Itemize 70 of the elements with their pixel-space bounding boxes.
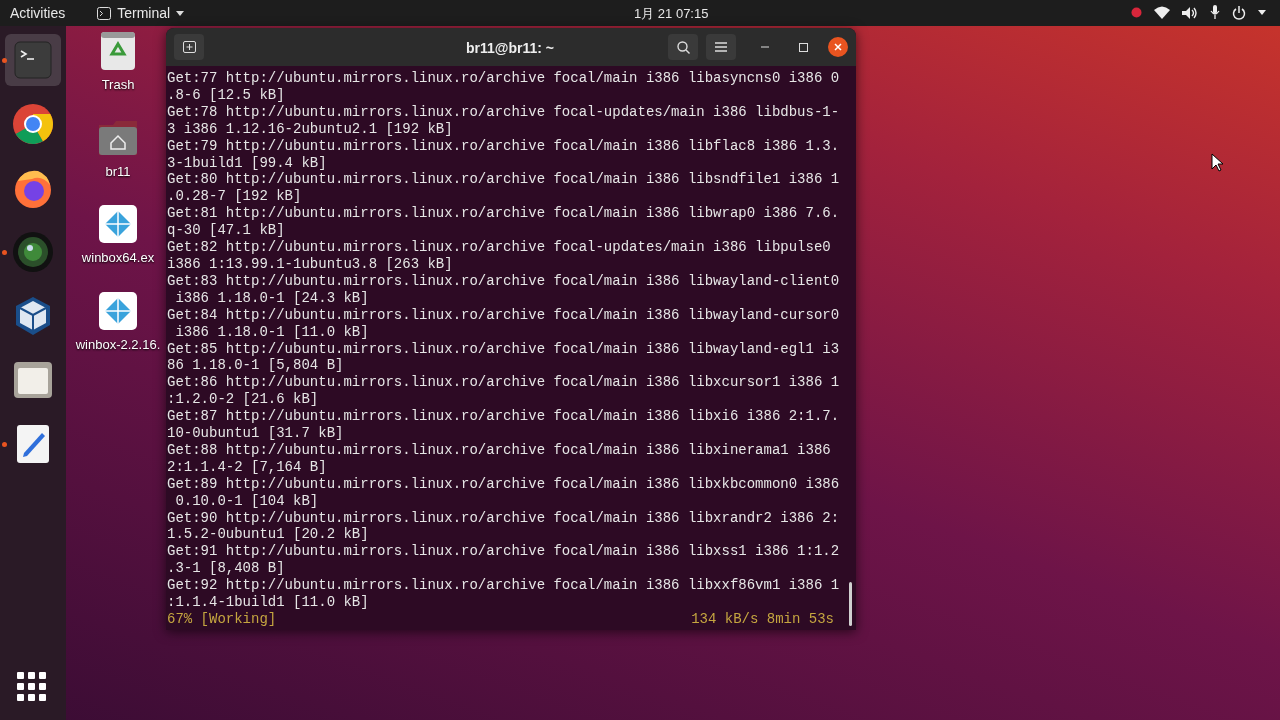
app-menu-button[interactable]: Terminal [97, 2, 185, 24]
terminal-output-line: 0.10.0-1 [104 kB] [174, 492, 319, 510]
terminal-output-line: Get:87 http://ubuntu.mirrors.linux.ro/archive focal/main i386 libxi6 i386 2:1.7. [167, 408, 840, 426]
window-title: br11@br11: ~ [466, 39, 554, 58]
search-button[interactable] [668, 34, 698, 60]
terminal-output-line: Get:91 http://ubuntu.mirrors.linux.ro/archive focal/main i386 libxss1 i386 1:1.2 [167, 543, 840, 561]
terminal-output-line: Get:79 http://ubuntu.mirrors.linux.ro/archive focal/main i386 libflac8 i386 1.3. [167, 137, 840, 155]
winbox-icon [97, 289, 139, 332]
maximize-icon [798, 42, 808, 52]
caret-icon [1258, 10, 1266, 15]
terminal-output-line: 1.5.2-0ubuntu1 [20.2 kB] [167, 526, 369, 544]
show-applications-button[interactable] [17, 672, 46, 701]
terminal-output-line: .3-1 [8,408 B] [167, 560, 285, 578]
terminal-output-line: Get:85 http://ubuntu.mirrors.linux.ro/archive focal/main i386 libwayland-egl1 i3 [167, 340, 840, 358]
terminal-output-line: .8-6 [12.5 kB] [167, 86, 285, 104]
scrollbar-thumb[interactable] [849, 582, 852, 626]
wifi-icon [1154, 6, 1170, 19]
progress-status: 67% [Working] [167, 611, 277, 628]
terminal-output-line: Get:90 http://ubuntu.mirrors.linux.ro/archive focal/main i386 libxrandr2 i386 2: [167, 509, 840, 527]
terminal-output-line: Get:84 http://ubuntu.mirrors.linux.ro/archive focal/main i386 libwayland-cursor0 [167, 306, 840, 324]
close-icon [834, 43, 842, 51]
terminal-icon [97, 6, 112, 20]
browser-icon [12, 103, 54, 145]
record-icon [1131, 7, 1142, 18]
terminal-output-line: i386 1.18.0-1 [11.0 kB] [174, 323, 369, 341]
desktop-icon-label[interactable]: Trash [101, 75, 135, 95]
terminal-output-line: i386 1.18.0-1 [24.3 kB] [174, 289, 369, 307]
menu-button[interactable] [706, 34, 736, 60]
power-icon [1232, 5, 1246, 20]
terminal-output-line: i386 1:13.99.1-1ubuntu3.8 [263 kB] [167, 255, 453, 273]
terminal-output-line: .0.28-7 [192 kB] [167, 188, 302, 206]
camera-lens-icon [12, 231, 54, 273]
mouse-pointer-icon [1211, 153, 1224, 172]
terminal-output-line: Get:89 http://ubuntu.mirrors.linux.ro/archive focal/main i386 libxkbcommon0 i386 [167, 475, 840, 493]
download-speed: 134 kB/s 8min 53s [691, 611, 834, 628]
terminal-icon [12, 39, 54, 81]
terminal-output-line: q-30 [47.1 kB] [167, 222, 285, 240]
terminal-output-line: Get:81 http://ubuntu.mirrors.linux.ro/archive focal/main i386 libwrap0 i386 7.6. [167, 205, 840, 223]
caret-icon [176, 10, 185, 16]
terminal-output-line: 2:1.1.4-2 [7,164 B] [167, 458, 327, 476]
menu-icon [715, 42, 727, 52]
terminal-output-line: Get:82 http://ubuntu.mirrors.linux.ro/archive focal-updates/main i386 libpulse0 [167, 239, 831, 256]
desktop-icon-label[interactable]: winbox64.ex [81, 248, 155, 268]
terminal-output-line: 86 1.18.0-1 [5,804 B] [167, 357, 344, 375]
close-button[interactable] [828, 37, 848, 57]
volume-icon [1182, 5, 1198, 20]
search-icon [676, 40, 690, 54]
activities-button[interactable]: Activities [10, 2, 66, 24]
terminal-output-line: :1.1.4-1build1 [11.0 kB] [167, 594, 369, 611]
terminal-output-line: Get:86 http://ubuntu.mirrors.linux.ro/archive focal/main i386 libxcursor1 i386 1 [167, 374, 840, 392]
terminal-output-line: Get:80 http://ubuntu.mirrors.linux.ro/archive focal/main i386 libsndfile1 i386 1 [167, 171, 840, 189]
terminal-output-line: Get:77 http://ubuntu.mirrors.linux.ro/archive focal/main i386 libasyncns0 i386 0 [167, 70, 840, 87]
terminal-output-line: 3 i386 1.12.16-2ubuntu2.1 [192 kB] [167, 120, 453, 138]
terminal-output-line: 3-1build1 [99.4 kB] [167, 154, 327, 172]
desktop-icon-label[interactable]: br11 [105, 161, 131, 181]
new-tab-button[interactable] [174, 34, 204, 60]
clock[interactable]: 1月 21 07:15 [634, 4, 709, 24]
desktop-icon-label[interactable]: winbox-2.2.16. [75, 334, 161, 354]
app-grid-icon [17, 672, 46, 701]
winbox-icon [97, 203, 139, 245]
terminal-output-line: Get:92 http://ubuntu.mirrors.linux.ro/archive focal/main i386 libxxf86vm1 i386 1 [167, 577, 840, 595]
terminal-output-line: Get:78 http://ubuntu.mirrors.linux.ro/archive focal-updates/main i386 libdbus-1- [167, 103, 840, 121]
microphone-icon [1210, 5, 1220, 20]
terminal-output-line: Get:83 http://ubuntu.mirrors.linux.ro/archive focal/main i386 libwayland-client0 [167, 272, 840, 290]
terminal-output-line: :1.2.0-2 [21.6 kB] [167, 391, 319, 409]
minimize-icon [761, 46, 769, 48]
terminal-output-line: 10-0ubuntu1 [31.7 kB] [167, 425, 344, 442]
terminal-output-line: Get:88 http://ubuntu.mirrors.linux.ro/archive focal/main i386 libxinerama1 i386 [167, 441, 831, 459]
new-tab-icon [182, 41, 196, 53]
folder-icon [12, 359, 54, 401]
